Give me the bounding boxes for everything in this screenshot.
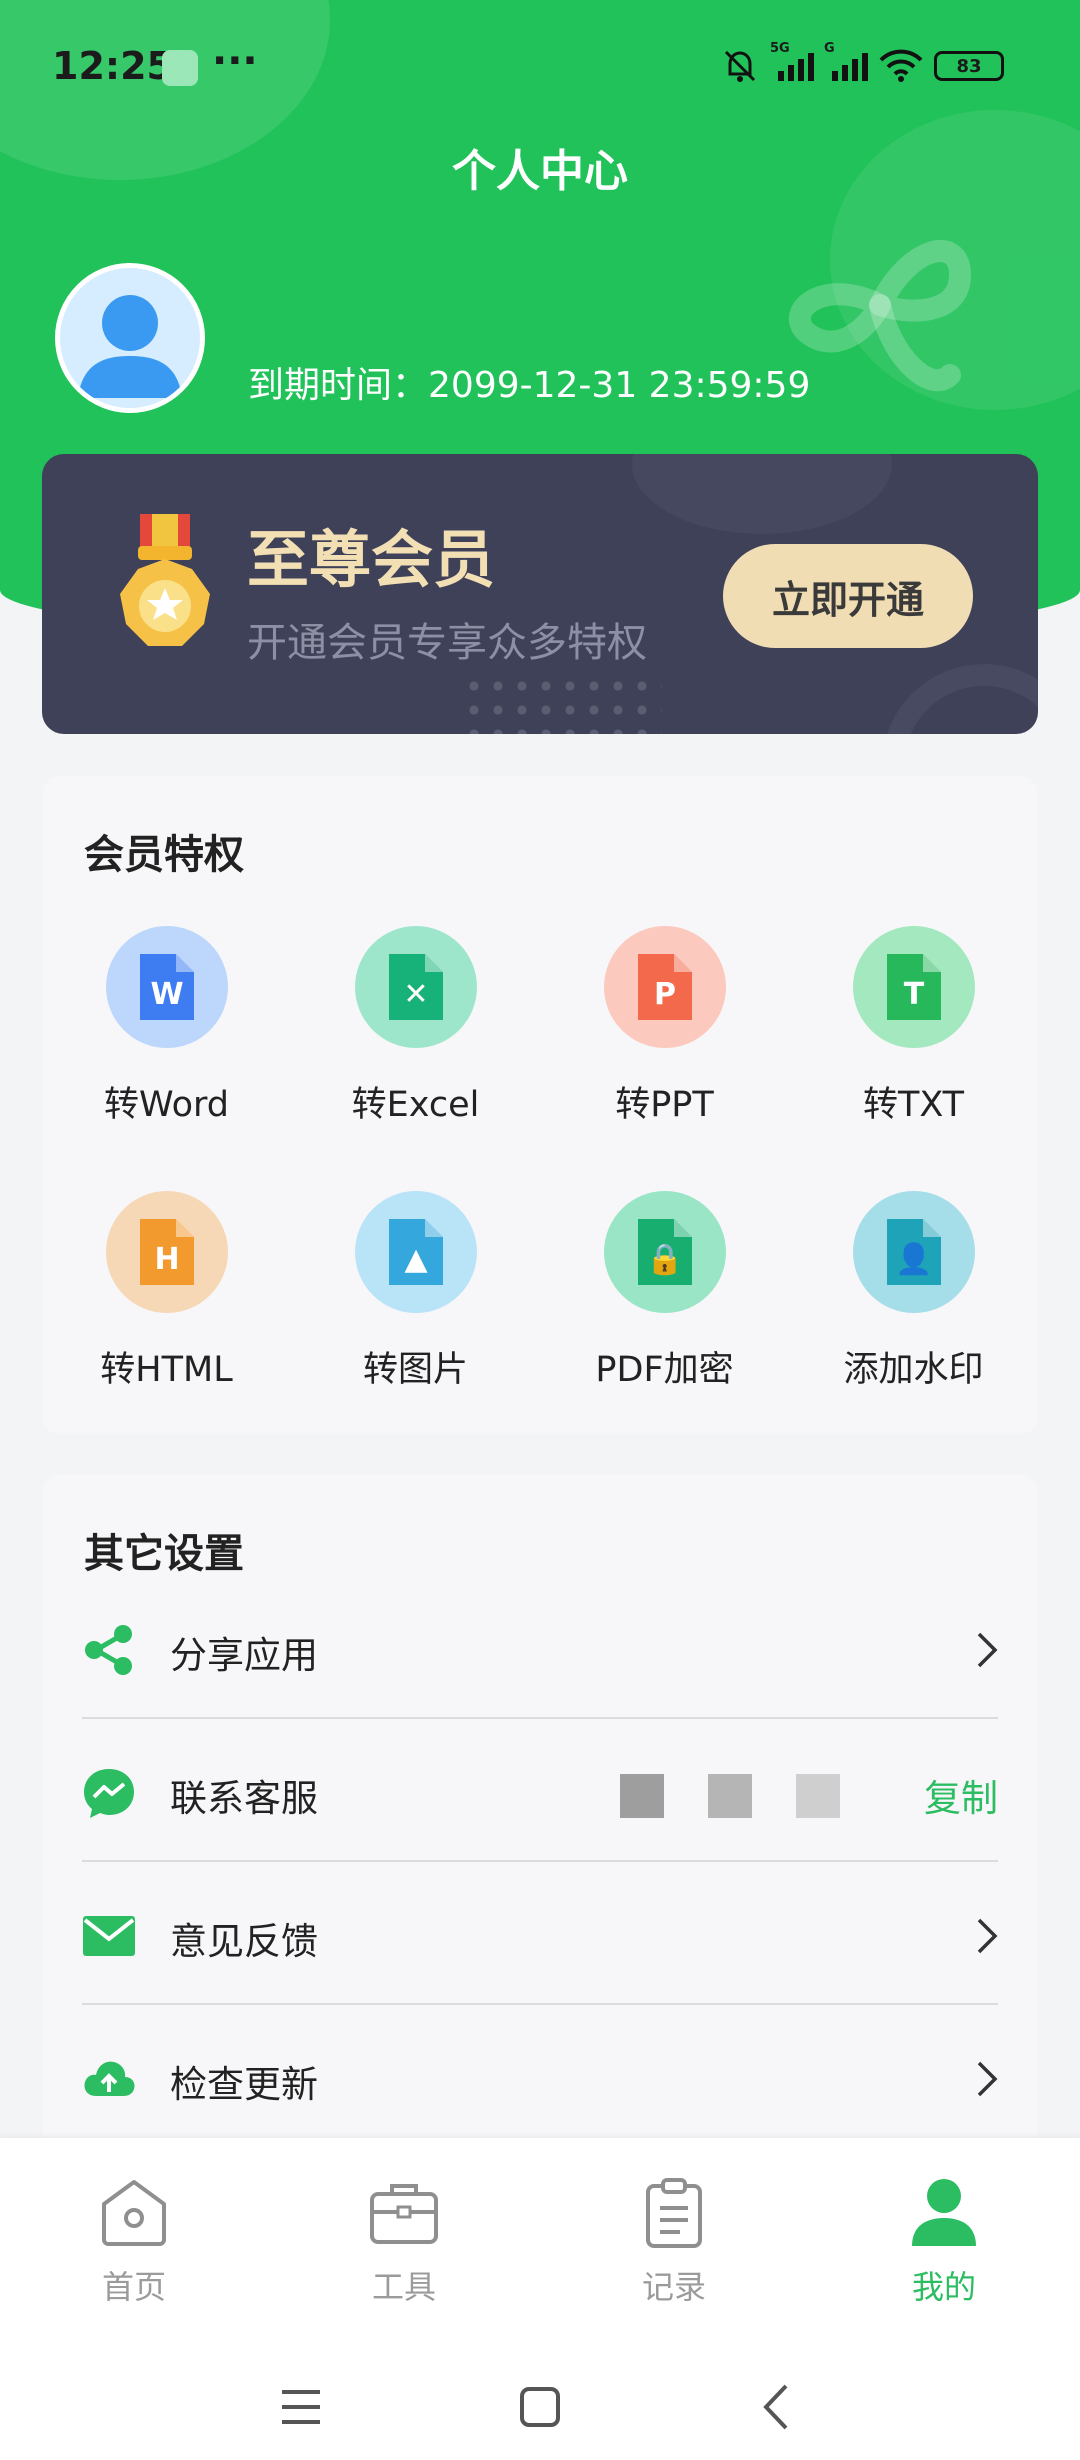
wifi-icon [879, 49, 923, 82]
status-indicators: 5G G 83 [720, 41, 1004, 88]
svg-text:✕: ✕ [403, 977, 428, 1012]
privilege-item[interactable]: ✕ 转Excel [291, 926, 540, 1127]
mail-icon [83, 1916, 135, 1956]
html-icon: H [105, 1191, 228, 1313]
privilege-label: 转PPT [615, 1085, 714, 1125]
txt-icon: T [852, 926, 975, 1048]
privileges-card: 会员特权 W 转Word ✕ 转Excel P 转PPT T 转TXT H 转HTML ▲ 转图片 🔒 P… [42, 776, 1038, 1434]
back-icon[interactable] [744, 2372, 814, 2442]
privilege-item[interactable]: H 转HTML [42, 1191, 291, 1392]
signal-g-icon: G [824, 41, 868, 81]
decor-blob [632, 454, 892, 534]
tab-label: 记录 [641, 2268, 706, 2306]
privilege-item[interactable]: W 转Word [42, 926, 291, 1127]
privilege-label: 转TXT [862, 1085, 965, 1125]
watermark-icon: 👤 [852, 1191, 975, 1313]
settings-label: 检查更新 [170, 2063, 318, 2106]
privilege-item[interactable]: ▲ 转图片 [291, 1191, 540, 1392]
privilege-label: 转Excel [351, 1085, 480, 1125]
status-bar: 12:25 ··· 5G G 83 [0, 0, 1080, 130]
battery-level: 83 [956, 55, 982, 77]
home-icon [102, 2180, 166, 2246]
svg-text:W: W [150, 977, 183, 1012]
tab-label: 工具 [371, 2268, 436, 2306]
user-icon [912, 2179, 976, 2246]
tab-home[interactable]: 首页 [44, 2174, 224, 2308]
toolbox-icon [370, 2184, 438, 2244]
masked-contact [620, 1774, 664, 1818]
settings-label: 分享应用 [170, 1634, 318, 1677]
vip-title: 至尊会员 [247, 523, 496, 596]
bottom-tab-bar: 首页 工具 记录 我的 [0, 2138, 1080, 2350]
svg-text:▲: ▲ [404, 1242, 427, 1277]
ppt-icon: P [603, 926, 726, 1048]
settings-row-share[interactable]: 分享应用 [42, 1575, 1038, 1719]
chat-icon [84, 1769, 134, 1818]
privilege-label: 转HTML [100, 1350, 233, 1390]
decor-dots [462, 674, 662, 734]
expiry-text: 到期时间：2099-12-31 23:59:59 [248, 356, 810, 408]
app-notification-icon [162, 50, 198, 86]
tab-label: 首页 [101, 2268, 166, 2306]
tab-mine[interactable]: 我的 [854, 2174, 1034, 2308]
svg-text:👤: 👤 [895, 1241, 932, 1277]
tab-tools[interactable]: 工具 [314, 2174, 494, 2308]
page-title: 个人中心 [452, 146, 628, 197]
decor-ring [882, 664, 1038, 734]
expiry-value: 2099-12-31 23:59:59 [428, 365, 811, 406]
vip-subtitle: 开通会员专享众多特权 [247, 620, 647, 666]
settings-label: 意见反馈 [170, 1920, 318, 1963]
image-icon: ▲ [354, 1191, 477, 1313]
battery-icon: 83 [934, 51, 1004, 81]
settings-card: 其它设置 分享应用 联系客服 复制 意见反馈 检查更新 [42, 1475, 1038, 2175]
settings-label: 联系客服 [170, 1777, 318, 1820]
masked-contact [708, 1774, 752, 1818]
settings-row-feedback[interactable]: 意见反馈 [42, 1861, 1038, 2005]
menu-icon[interactable] [266, 2372, 336, 2442]
tab-records[interactable]: 记录 [584, 2174, 764, 2308]
system-nav-bar [0, 2350, 1080, 2460]
vip-banner[interactable]: 至尊会员 开通会员专享众多特权 立即开通 [42, 454, 1038, 734]
clipboard-icon [646, 2178, 702, 2248]
word-icon: W [105, 926, 228, 1048]
lock-icon: 🔒 [603, 1191, 726, 1313]
mute-icon [724, 50, 756, 82]
settings-title: 其它设置 [84, 1531, 244, 1577]
chevron-right-icon [977, 1632, 998, 1668]
svg-text:🔒: 🔒 [646, 1242, 683, 1277]
settings-row-contact[interactable]: 联系客服 复制 [42, 1718, 1038, 1862]
settings-row-update[interactable]: 检查更新 [42, 2004, 1038, 2148]
signal-5g-icon: 5G [770, 41, 814, 81]
medal-icon [120, 514, 210, 646]
home-nav-icon[interactable] [505, 2372, 575, 2442]
svg-text:H: H [154, 1242, 179, 1277]
privilege-item[interactable]: 👤 添加水印 [789, 1191, 1038, 1392]
privilege-label: 转图片 [362, 1350, 468, 1390]
privileges-title: 会员特权 [84, 832, 244, 878]
chevron-right-icon [977, 1918, 998, 1954]
status-time: 12:25 [52, 44, 173, 88]
svg-text:P: P [654, 977, 676, 1012]
privilege-label: PDF加密 [595, 1350, 734, 1390]
privilege-label: 添加水印 [843, 1350, 984, 1390]
copy-button[interactable]: 复制 [924, 1768, 998, 1822]
privilege-item[interactable]: 🔒 PDF加密 [540, 1191, 789, 1392]
tab-label: 我的 [911, 2268, 976, 2306]
share-icon [85, 1625, 132, 1675]
privilege-label: 转Word [104, 1085, 229, 1125]
status-more: ··· [212, 38, 258, 84]
privilege-item[interactable]: P 转PPT [540, 926, 789, 1127]
avatar[interactable] [55, 263, 205, 413]
expiry-label: 到期时间： [248, 365, 429, 406]
excel-icon: ✕ [354, 926, 477, 1048]
avatar-user-icon [78, 295, 182, 398]
cloud-upload-icon [84, 2061, 135, 2096]
privilege-item[interactable]: T 转TXT [789, 926, 1038, 1127]
chevron-right-icon [977, 2061, 998, 2097]
svg-text:T: T [903, 977, 924, 1012]
open-vip-button[interactable]: 立即开通 [723, 544, 973, 648]
masked-contact [796, 1774, 840, 1818]
